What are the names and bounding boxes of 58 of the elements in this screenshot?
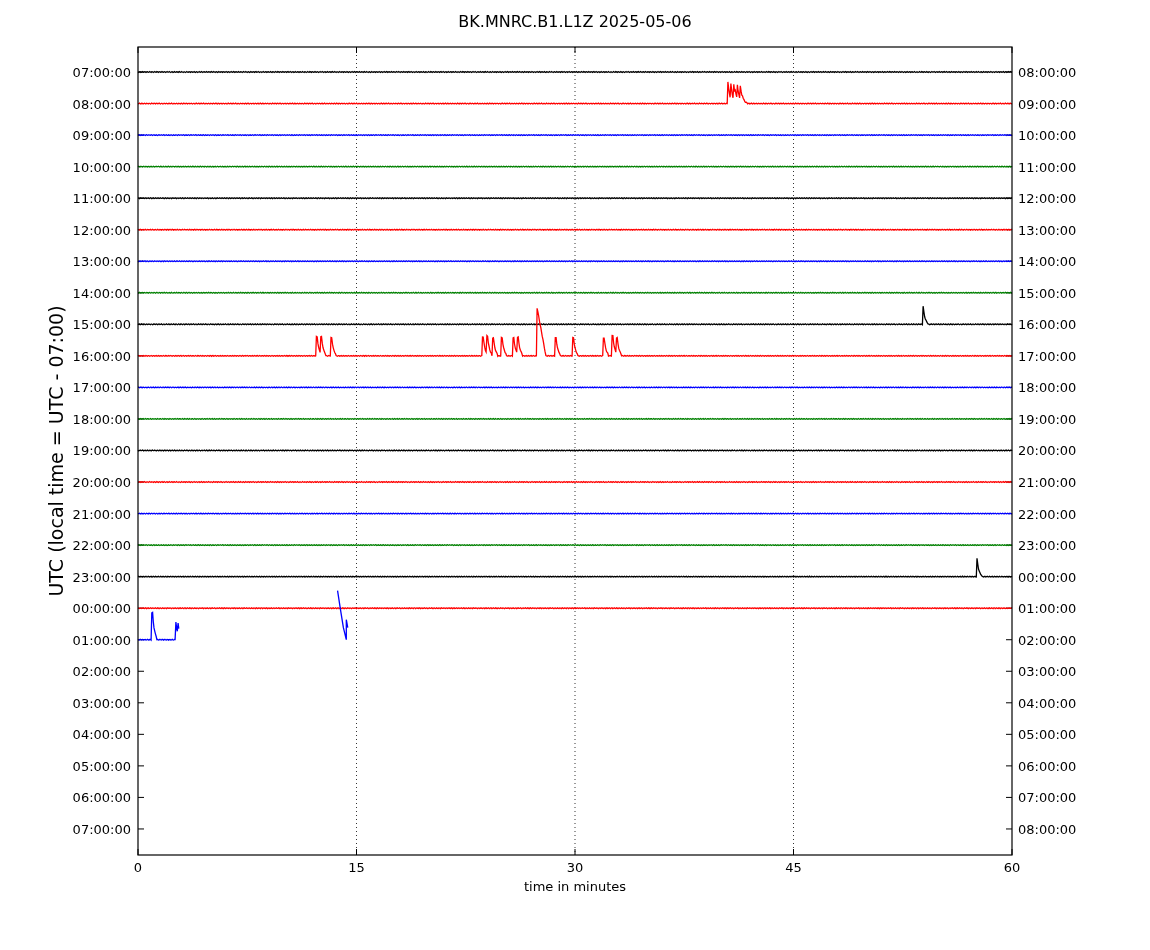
- y-tick-label: 21:00:00: [72, 506, 131, 522]
- y-tick-label: 09:00:00: [72, 128, 131, 144]
- y-tick-label: 21:00:00: [1018, 475, 1077, 490]
- y-tick-label: 01:00:00: [1018, 601, 1077, 617]
- y-tick-label: 08:00:00: [72, 96, 131, 112]
- y-tick-label: 08:00:00: [1018, 821, 1077, 837]
- y-tick-label: 13:00:00: [72, 254, 131, 270]
- y-tick-label: 14:00:00: [1018, 254, 1077, 270]
- x-tick-label: 0: [133, 860, 143, 875]
- y-tick-label: 12:00:00: [1018, 191, 1077, 207]
- y-tick-label: 05:00:00: [1018, 727, 1077, 743]
- y-tick-label: 11:00:00: [1018, 159, 1077, 175]
- y-tick-label: 10:00:00: [72, 159, 131, 175]
- y-tick-label: 17:00:00: [72, 380, 131, 396]
- y-tick-label: 23:00:00: [72, 569, 131, 585]
- y-tick-label: 08:00:00: [1018, 65, 1077, 80]
- y-tick-label: 19:00:00: [1018, 411, 1077, 427]
- y-tick-label: 06:00:00: [1018, 758, 1077, 774]
- y-tick-label: 17:00:00: [1018, 348, 1077, 364]
- y-tick-label: 06:00:00: [72, 790, 131, 806]
- y-tick-label: 05:00:00: [72, 758, 131, 774]
- y-tick-label: 07:00:00: [72, 65, 131, 80]
- y-tick-label: 12:00:00: [72, 222, 131, 238]
- y-tick-label: 00:00:00: [72, 601, 131, 617]
- y-tick-label: 00:00:00: [1018, 569, 1077, 585]
- y-tick-label: 01:00:00: [72, 632, 131, 648]
- y-tick-label: 22:00:00: [72, 538, 131, 554]
- y-tick-label: 20:00:00: [72, 475, 131, 490]
- y-tick-label: 15:00:00: [72, 317, 131, 333]
- y-axis-label: UTC (local time = UTC - 07:00): [45, 305, 67, 597]
- y-tick-label: 07:00:00: [72, 821, 131, 837]
- y-tick-label: 19:00:00: [72, 443, 131, 459]
- y-tick-label: 22:00:00: [1018, 506, 1077, 522]
- y-tick-label: 18:00:00: [1018, 380, 1077, 396]
- y-tick-label: 02:00:00: [72, 664, 131, 680]
- y-tick-label: 13:00:00: [1018, 222, 1077, 238]
- y-tick-label: 15:00:00: [1018, 285, 1077, 301]
- x-tick-label: 60: [1003, 860, 1021, 875]
- y-tick-label: 16:00:00: [1018, 317, 1077, 333]
- x-axis-label: time in minutes: [523, 879, 627, 894]
- y-tick-label: 10:00:00: [1018, 128, 1077, 144]
- x-tick-label: 45: [785, 860, 802, 875]
- x-tick-label: 30: [566, 860, 584, 875]
- y-tick-label: 14:00:00: [72, 285, 131, 301]
- y-tick-label: 07:00:00: [1018, 790, 1077, 806]
- y-tick-label: 16:00:00: [72, 348, 131, 364]
- chart-title: BK.MNRC.B1.L1Z 2025-05-06: [458, 12, 692, 31]
- y-tick-label: 04:00:00: [72, 727, 131, 743]
- y-tick-label: 23:00:00: [1018, 538, 1077, 554]
- y-tick-label: 11:00:00: [72, 191, 131, 207]
- y-tick-label: 20:00:00: [1018, 443, 1077, 459]
- x-tick-label: 15: [348, 860, 365, 875]
- y-tick-label: 18:00:00: [72, 411, 131, 427]
- y-tick-label: 09:00:00: [1018, 96, 1077, 112]
- y-tick-label: 02:00:00: [1018, 632, 1077, 648]
- y-tick-label: 03:00:00: [1018, 664, 1077, 680]
- y-tick-label: 03:00:00: [72, 695, 131, 711]
- y-tick-label: 04:00:00: [1018, 695, 1077, 711]
